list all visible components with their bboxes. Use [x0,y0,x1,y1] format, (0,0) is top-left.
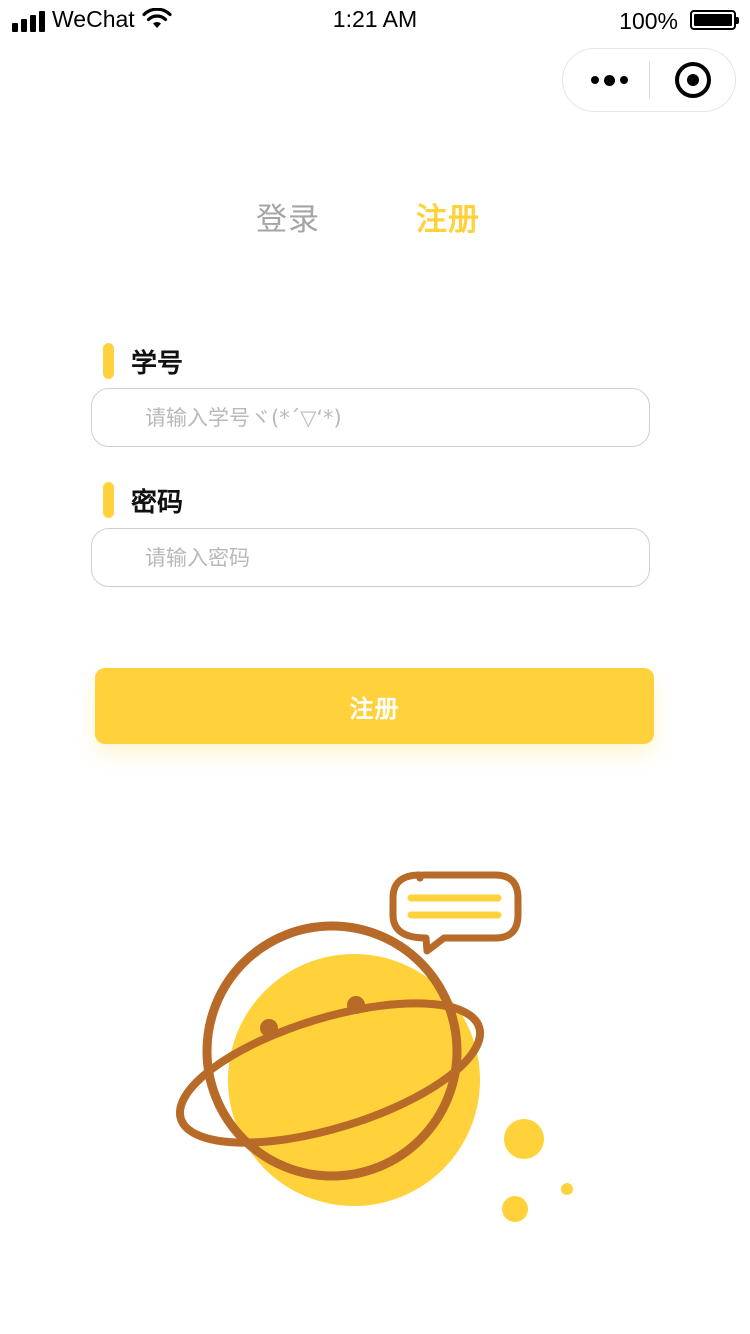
capsule-menu [562,48,736,112]
moon-small [561,1183,573,1195]
tab-login[interactable]: 登录 [228,194,348,239]
label-accent-bar [103,482,114,518]
tab-register[interactable]: 注册 [388,194,508,239]
battery-percent: 100% [619,8,678,34]
label-accent-bar [103,343,114,379]
moon-large [504,1119,544,1159]
student-id-input[interactable] [91,388,650,447]
planet-illustration [175,871,573,1222]
student-id-label-row: 学号 [103,343,183,379]
password-input[interactable] [91,528,650,587]
more-dots-icon[interactable] [589,49,629,111]
target-circle-icon[interactable] [675,62,711,98]
battery-level-fill [694,14,732,26]
battery-icon [690,10,739,30]
password-label: 密码 [131,487,184,518]
status-bar: WeChat 1:21 AM 100% [0,0,750,40]
speech-bubble-icon [389,871,522,955]
student-id-label: 学号 [131,348,184,379]
capsule-divider [649,61,650,99]
register-button[interactable]: 注册 [95,668,654,744]
password-label-row: 密码 [103,482,183,518]
moon-medium [502,1196,528,1222]
